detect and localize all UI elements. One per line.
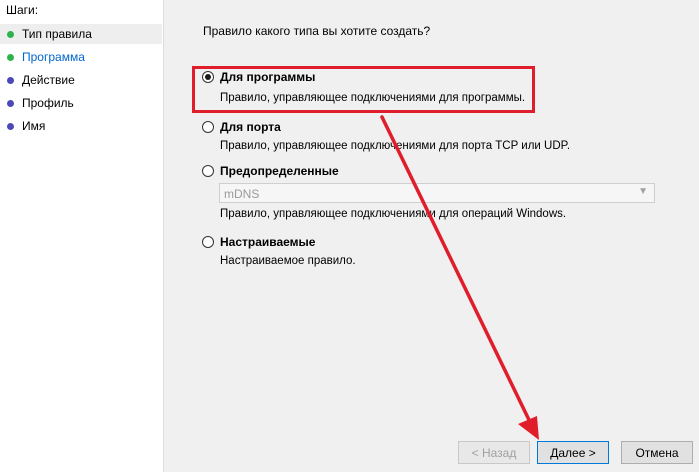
- step-pending-icon: [7, 122, 14, 130]
- step-profile[interactable]: Профиль: [0, 93, 162, 113]
- highlight-box: [192, 66, 535, 113]
- step-name[interactable]: Имя: [0, 116, 162, 136]
- step-complete-icon: [7, 30, 14, 38]
- step-label: Программа: [22, 50, 85, 64]
- step-complete-icon: [7, 53, 14, 61]
- step-label: Имя: [22, 119, 46, 133]
- step-label: Тип правила: [22, 27, 92, 41]
- radio-port[interactable]: [202, 121, 214, 133]
- option-port-description: Правило, управляющее подключениями для п…: [220, 140, 571, 152]
- option-custom-description: Настраиваемое правило.: [220, 255, 356, 267]
- step-label: Действие: [22, 73, 75, 87]
- step-action[interactable]: Действие: [0, 70, 162, 90]
- rule-type-question: Правило какого типа вы хотите создать?: [203, 24, 431, 38]
- radio-custom[interactable]: [202, 236, 214, 248]
- steps-pane: Шаги: Тип правила Программа Действие Про…: [0, 0, 164, 472]
- step-rule-type[interactable]: Тип правила: [0, 24, 162, 44]
- chevron-down-icon: ▼: [638, 186, 648, 197]
- option-predefined-label[interactable]: Предопределенные: [220, 164, 339, 178]
- step-pending-icon: [7, 99, 14, 107]
- option-custom-label[interactable]: Настраиваемые: [220, 235, 315, 249]
- steps-title: Шаги:: [6, 3, 39, 17]
- step-label: Профиль: [22, 96, 74, 110]
- predefined-select-value: mDNS: [224, 187, 260, 201]
- back-button[interactable]: < Назад: [458, 441, 530, 464]
- step-program[interactable]: Программа: [0, 47, 162, 67]
- predefined-select[interactable]: mDNS ▼: [219, 183, 655, 203]
- option-predefined-description: Правило, управляющее подключениями для о…: [220, 208, 567, 220]
- option-port-label[interactable]: Для порта: [220, 120, 281, 134]
- next-button[interactable]: Далее >: [537, 441, 609, 464]
- cancel-button[interactable]: Отмена: [621, 441, 693, 464]
- radio-predefined[interactable]: [202, 165, 214, 177]
- step-pending-icon: [7, 76, 14, 84]
